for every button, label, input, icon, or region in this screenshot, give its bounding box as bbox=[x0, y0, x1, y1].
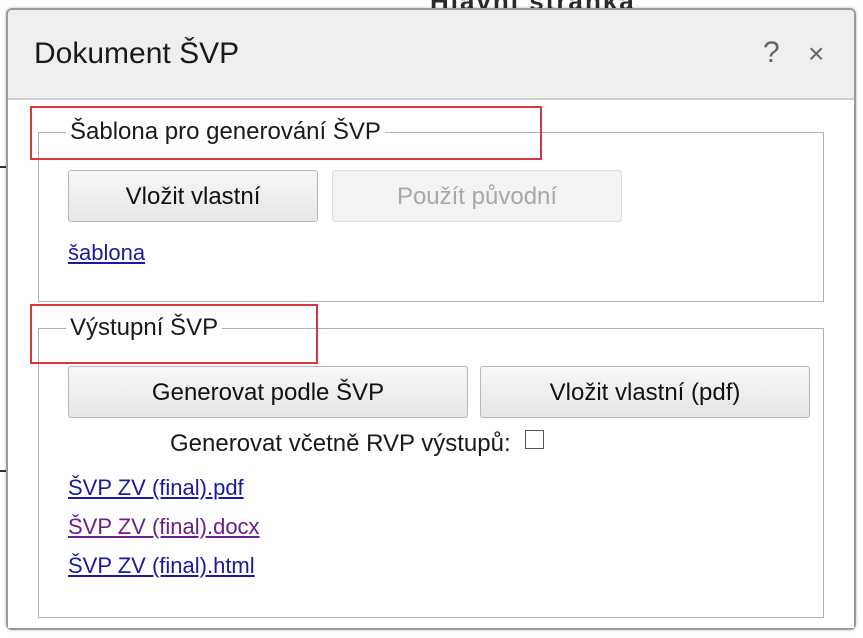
include-rvp-row: Generovat včetně RVP výstupů: bbox=[170, 430, 544, 458]
insert-custom-template-button[interactable]: Vložit vlastní bbox=[68, 170, 318, 222]
svp-document-dialog: Dokument ŠVP ? × Šablona pro generování … bbox=[6, 8, 856, 630]
help-icon[interactable]: ? bbox=[763, 38, 780, 68]
dialog-titlebar[interactable]: Dokument ŠVP ? × bbox=[8, 10, 854, 100]
file-link-html[interactable]: ŠVP ZV (final).html bbox=[68, 553, 255, 579]
generate-from-svp-button[interactable]: Generovat podle ŠVP bbox=[68, 366, 468, 418]
file-link-docx[interactable]: ŠVP ZV (final).docx bbox=[68, 514, 260, 540]
close-icon[interactable]: × bbox=[808, 40, 824, 68]
dialog-title: Dokument ŠVP bbox=[34, 37, 240, 70]
dialog-content: Šablona pro generování ŠVP Vložit vlastn… bbox=[8, 100, 854, 628]
template-group-legend: Šablona pro generování ŠVP bbox=[66, 120, 385, 144]
use-original-template-button[interactable]: Použít původní bbox=[332, 170, 622, 222]
include-rvp-label: Generovat včetně RVP výstupů: bbox=[170, 430, 511, 457]
output-group-legend: Výstupní ŠVP bbox=[66, 316, 223, 340]
template-link[interactable]: šablona bbox=[68, 240, 145, 266]
insert-custom-pdf-button[interactable]: Vložit vlastní (pdf) bbox=[480, 366, 810, 418]
file-link-pdf[interactable]: ŠVP ZV (final).pdf bbox=[68, 475, 244, 501]
include-rvp-checkbox[interactable] bbox=[524, 430, 544, 449]
page: Hlavní stránka Dokument ŠVP ? × Šablona … bbox=[0, 0, 863, 638]
